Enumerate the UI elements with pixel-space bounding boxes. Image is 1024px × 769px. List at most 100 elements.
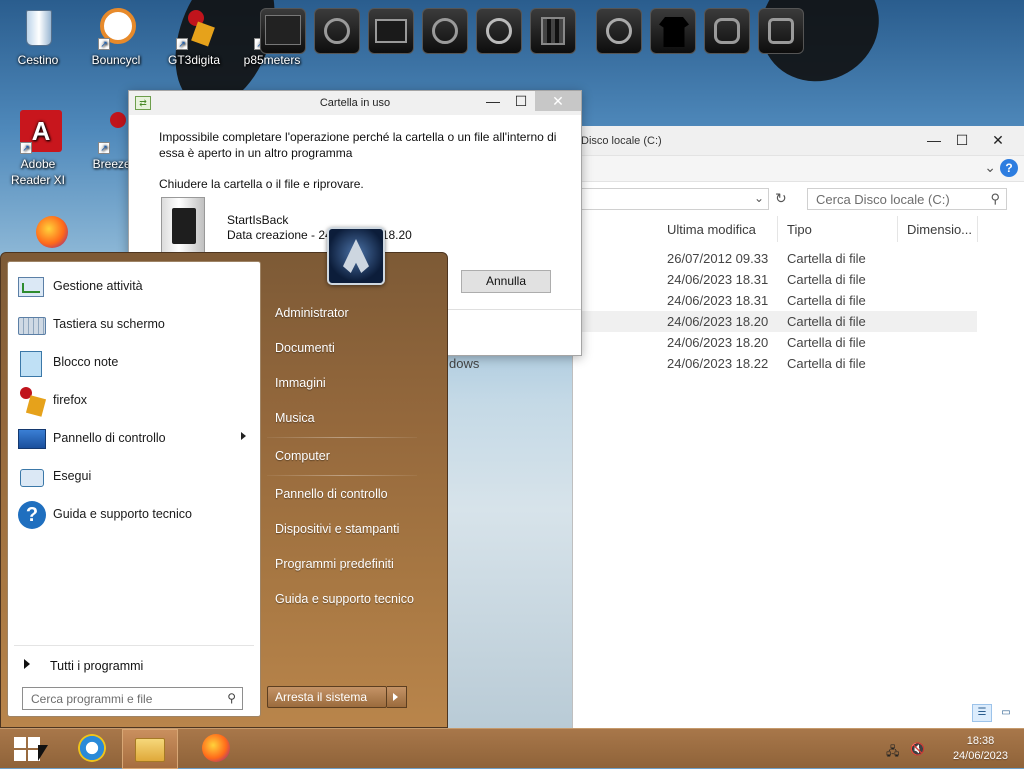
separator [267, 437, 417, 438]
table-row[interactable]: 24/06/2023 18.20 Cartella di file [573, 332, 1024, 353]
table-row[interactable]: 24/06/2023 18.31 Cartella di file [573, 290, 1024, 311]
minimize-button[interactable]: — [920, 130, 948, 150]
start-right-documents[interactable]: Documenti [275, 341, 335, 355]
arrow-right-icon [393, 693, 398, 701]
firefox-icon [16, 387, 47, 417]
table-row[interactable]: dows 24/06/2023 18.22 Cartella di file [449, 353, 1024, 374]
volume-muted-icon[interactable]: 🔇 [910, 742, 925, 756]
keyboard-icon [16, 311, 46, 339]
start-right-devices-printers[interactable]: Dispositivi e stampanti [275, 522, 399, 536]
taskbar: 🖧 🔇 18:38 24/06/2023 [0, 728, 1024, 769]
dock-item[interactable] [530, 8, 576, 54]
network-icon[interactable]: 🖧 [886, 742, 899, 763]
dock-item[interactable] [314, 8, 360, 54]
shortcut-arrow-icon: ↗ [176, 38, 188, 50]
all-programs-button[interactable]: Tutti i programmi [20, 654, 250, 676]
explorer-title: Disco locale (C:) [581, 135, 662, 147]
address-bar-row: ⌄ ↻ Cerca Disco locale (C:) ⚲ [573, 182, 1024, 216]
taskbar-internet-explorer[interactable] [70, 729, 110, 769]
explorer-titlebar[interactable]: Disco locale (C:) — ☐ ✕ [573, 126, 1024, 156]
search-icon: ⚲ [990, 191, 1000, 206]
cancel-button[interactable]: Annulla [461, 270, 551, 293]
table-row[interactable]: 26/07/2012 09.33 Cartella di file [573, 248, 1024, 269]
start-right-control-panel[interactable]: Pannello di controllo [275, 487, 388, 501]
dock-item[interactable] [368, 8, 414, 54]
run-icon [16, 463, 46, 491]
dialog-titlebar[interactable]: ⇄ Cartella in uso — ☐ ✕ [129, 91, 581, 115]
details-view-icon[interactable]: ☰ [972, 704, 992, 722]
file-name: StartIsBack [227, 213, 289, 227]
taskbar-file-explorer[interactable] [122, 729, 178, 769]
taskbar-firefox[interactable] [194, 729, 234, 769]
shutdown-options-button[interactable] [387, 686, 407, 708]
user-avatar[interactable] [327, 227, 385, 285]
desktop-icon-bouncycl[interactable]: ↗ Bouncycl [78, 6, 154, 68]
start-item-keyboard[interactable]: Tastiera su schermo [12, 308, 256, 342]
dock-item-tshirt[interactable] [650, 8, 696, 54]
search-input[interactable]: Cerca Disco locale (C:) ⚲ [807, 188, 1007, 210]
task-manager-icon [16, 273, 46, 301]
clock[interactable]: 18:38 24/06/2023 [953, 734, 1008, 764]
dock-item[interactable] [422, 8, 468, 54]
dock-item[interactable] [260, 8, 306, 54]
chevron-down-icon[interactable]: ⌄ [754, 191, 764, 205]
desktop: Cestino ↗ Bouncycl ↗ GT3digita ↗ p85mete… [0, 0, 1024, 728]
recycle-bin-icon [18, 6, 58, 50]
column-header-type[interactable]: Tipo [787, 222, 812, 237]
table-row-selected[interactable]: 24/06/2023 18.20 Cartella di file [573, 311, 977, 332]
column-header-modified[interactable]: Ultima modifica [667, 222, 756, 237]
desktop-icon-recycle-bin[interactable]: Cestino [0, 6, 76, 68]
thumbnails-view-icon[interactable]: ▭ [996, 704, 1016, 722]
start-item-control-panel[interactable]: Pannello di controllo [12, 422, 256, 456]
shortcut-arrow-icon: ↗ [20, 142, 32, 154]
column-header-size[interactable]: Dimensio... [907, 222, 972, 237]
desktop-icon-gt3digital[interactable]: ↗ GT3digita [156, 6, 232, 68]
search-icon: ⚲ [227, 691, 236, 705]
dock-item-users[interactable] [704, 8, 750, 54]
control-panel-icon [16, 425, 46, 453]
desktop-icon-adobe-reader[interactable]: A ↗ Adobe Reader XI [0, 110, 76, 188]
start-item-task-manager[interactable]: Gestione attività [12, 270, 256, 304]
maximize-button[interactable]: ☐ [507, 91, 535, 111]
start-right-music[interactable]: Musica [275, 411, 315, 425]
internet-explorer-icon [78, 734, 106, 762]
start-item-run[interactable]: Esegui [12, 460, 256, 494]
dialog-instruction: Chiudere la cartella o il file e riprova… [159, 177, 364, 191]
close-button[interactable]: ✕ [984, 130, 1012, 150]
start-item-firefox[interactable]: firefox [12, 384, 256, 418]
address-bar[interactable]: ⌄ [579, 188, 769, 210]
start-menu-programs-pane: Gestione attività Tastiera su schermo Bl… [7, 261, 261, 717]
chevron-down-icon[interactable]: ⌄ [984, 159, 996, 176]
start-right-computer[interactable]: Computer [275, 449, 330, 463]
shutdown-button[interactable]: Arresta il sistema [267, 686, 387, 708]
help-icon: ? [16, 501, 46, 529]
minimize-button[interactable]: — [479, 91, 507, 111]
gadget-icon: ↗ [174, 6, 215, 50]
maximize-button[interactable]: ☐ [948, 130, 976, 150]
dock-item-browser[interactable] [596, 8, 642, 54]
start-right-pictures[interactable]: Immagini [275, 376, 326, 390]
folder-icon [135, 738, 165, 762]
view-buttons: ☰ ▭ [972, 704, 1016, 722]
notepad-icon [16, 349, 46, 377]
separator [267, 475, 417, 476]
start-item-notepad[interactable]: Blocco note [12, 346, 256, 380]
submenu-arrow-icon [241, 432, 246, 440]
start-right-help[interactable]: Guida e supporto tecnico [275, 592, 414, 606]
dock-item[interactable] [476, 8, 522, 54]
arrow-right-icon [24, 659, 30, 669]
start-right-administrator[interactable]: Administrator [275, 306, 349, 320]
file-icon [161, 197, 205, 253]
help-icon[interactable]: ? [1000, 159, 1018, 177]
adobe-reader-icon: A ↗ [18, 110, 62, 154]
start-right-default-programs[interactable]: Programmi predefiniti [275, 557, 394, 571]
start-search-input[interactable]: Cerca programmi e file ⚲ [22, 687, 243, 710]
separator [14, 645, 254, 646]
start-menu: Gestione attività Tastiera su schermo Bl… [0, 227, 448, 728]
refresh-icon[interactable]: ↻ [775, 190, 787, 207]
start-item-help[interactable]: ? Guida e supporto tecnico [12, 498, 256, 532]
close-button[interactable]: ✕ [535, 91, 581, 111]
table-row[interactable]: 24/06/2023 18.31 Cartella di file [573, 269, 1024, 290]
dock-item-recycle[interactable] [758, 8, 804, 54]
shortcut-arrow-icon: ↗ [98, 142, 110, 154]
